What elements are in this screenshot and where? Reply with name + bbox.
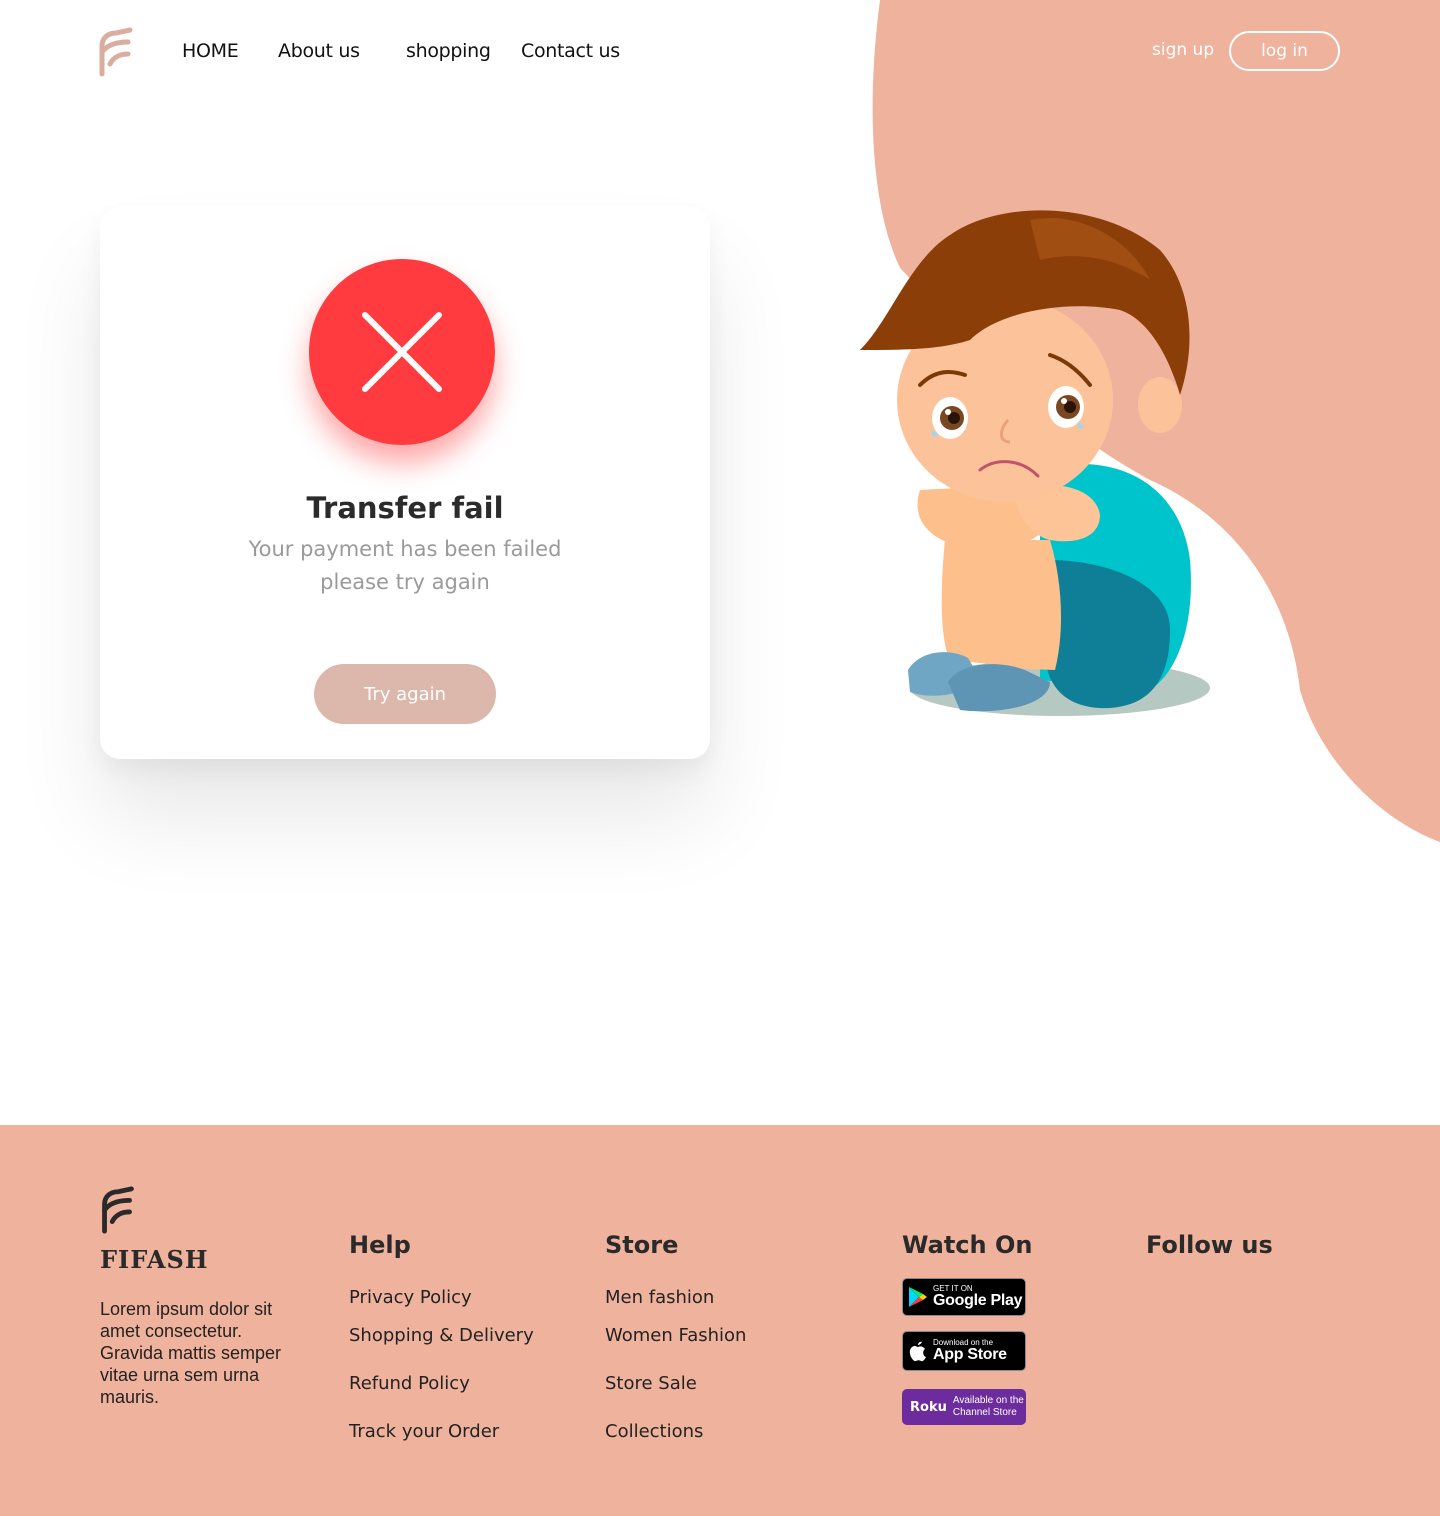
card-message-line-1: Your payment has been failed bbox=[248, 537, 562, 561]
roku-channel-badge[interactable]: Roku Available on the Channel Store bbox=[902, 1389, 1026, 1425]
sad-kid-illustration bbox=[860, 210, 1210, 716]
link-store-sale[interactable]: Store Sale bbox=[605, 1373, 697, 1394]
sign-up-link[interactable]: sign up bbox=[1152, 40, 1214, 60]
google-play-badge[interactable]: GET IT ON Google Play bbox=[902, 1278, 1026, 1316]
transfer-fail-card: Transfer fail Your payment has been fail… bbox=[100, 207, 710, 759]
footer-brand: FIFASH bbox=[100, 1245, 209, 1274]
link-privacy-policy[interactable]: Privacy Policy bbox=[349, 1287, 472, 1308]
footer-logo-icon[interactable] bbox=[100, 1185, 136, 1235]
roku-line-2: Channel Store bbox=[952, 1407, 1017, 1418]
footer: FIFASH Lorem ipsum dolor sit amet consec… bbox=[0, 1125, 1440, 1516]
fifash-logo-icon[interactable] bbox=[98, 26, 134, 78]
link-collections[interactable]: Collections bbox=[605, 1421, 703, 1442]
roku-line-1: Available on the bbox=[952, 1395, 1024, 1406]
nav-shopping[interactable]: shopping bbox=[406, 40, 491, 62]
nav-contact-us[interactable]: Contact us bbox=[521, 40, 620, 62]
app-store-big-text: App Store bbox=[933, 1346, 1007, 1363]
nav-home[interactable]: HOME bbox=[182, 40, 239, 62]
close-x-icon bbox=[362, 312, 442, 392]
link-refund-policy[interactable]: Refund Policy bbox=[349, 1373, 470, 1394]
follow-us-title: Follow us bbox=[1146, 1231, 1273, 1259]
app-store-badge[interactable]: Download on the App Store bbox=[902, 1331, 1026, 1371]
try-again-button[interactable]: Try again bbox=[314, 664, 496, 724]
google-play-icon bbox=[903, 1279, 933, 1315]
watch-on-title: Watch On bbox=[902, 1231, 1033, 1259]
card-message: Your payment has been failed please try … bbox=[100, 533, 710, 599]
link-track-order[interactable]: Track your Order bbox=[349, 1421, 499, 1442]
roku-logo: Roku bbox=[910, 1399, 947, 1415]
help-title: Help bbox=[349, 1231, 411, 1259]
link-men-fashion[interactable]: Men fashion bbox=[605, 1287, 714, 1308]
nav-about-us[interactable]: About us bbox=[278, 40, 360, 62]
link-women-fashion[interactable]: Women Fashion bbox=[605, 1325, 746, 1346]
error-circle bbox=[309, 259, 495, 445]
card-title: Transfer fail bbox=[306, 491, 504, 525]
footer-about-text: Lorem ipsum dolor sit amet consectetur. … bbox=[100, 1299, 282, 1407]
log-in-button[interactable]: log in bbox=[1229, 31, 1340, 71]
store-title: Store bbox=[605, 1231, 679, 1259]
link-shopping-delivery[interactable]: Shopping & Delivery bbox=[349, 1325, 534, 1346]
apple-icon bbox=[903, 1332, 933, 1370]
google-play-big-text: Google Play bbox=[933, 1292, 1023, 1309]
card-message-line-2: please try again bbox=[320, 570, 490, 594]
